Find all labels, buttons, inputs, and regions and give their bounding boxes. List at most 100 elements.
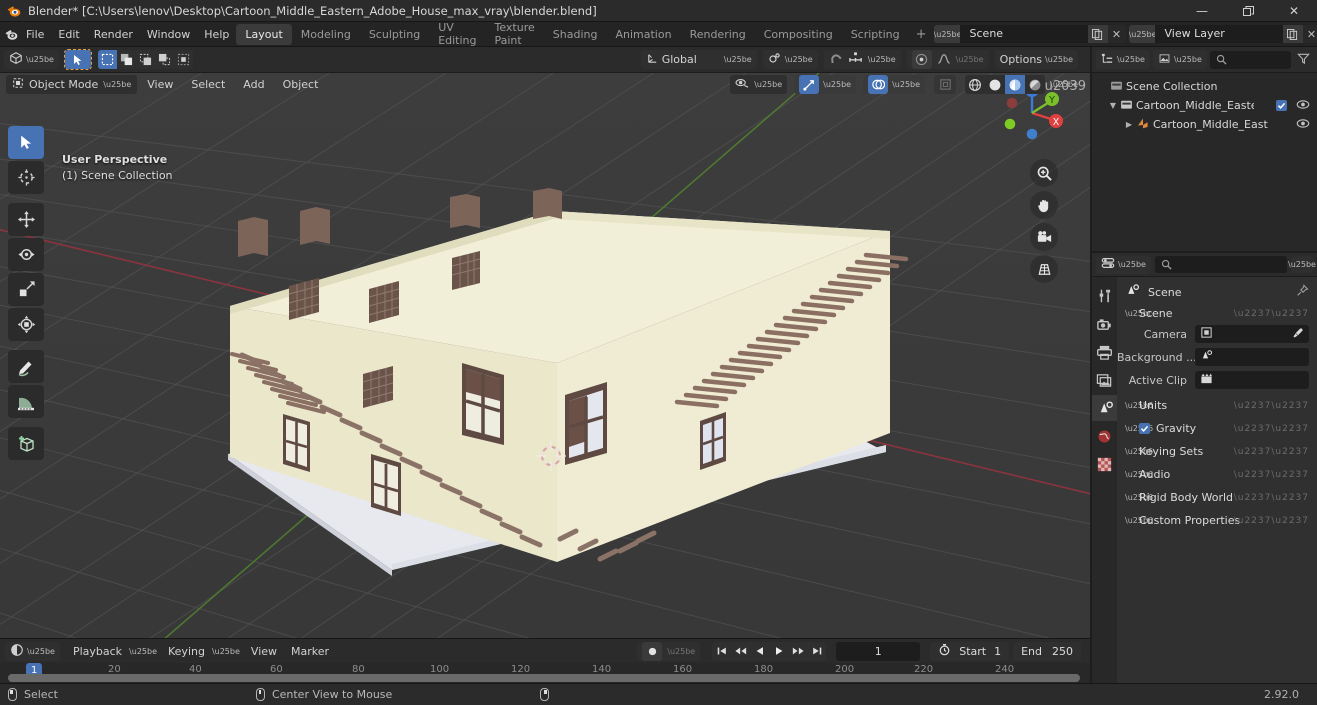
add-workspace-button[interactable]: + <box>909 27 934 42</box>
eyedropper-icon[interactable] <box>1292 327 1304 342</box>
snap-magnet-icon[interactable] <box>829 51 843 68</box>
unlink-scene-button[interactable]: ✕ <box>1108 25 1126 43</box>
tweak-tool-button[interactable] <box>63 49 92 70</box>
transport-buttons[interactable] <box>712 641 827 661</box>
editor-type-selector[interactable]: \u25be <box>4 50 59 69</box>
proportional-editing-controls[interactable]: \u25be <box>906 50 989 69</box>
viewport-menu-view[interactable]: View <box>139 76 181 93</box>
overlays-dropdown[interactable]: \u25be <box>863 75 926 94</box>
panel-header-custom-properties[interactable]: \u25b6 Custom Properties \u2237\u2237 <box>1117 510 1317 531</box>
timeline-ruler[interactable]: 20 40 60 80 100 120 140 160 180 200 220 … <box>0 663 1090 684</box>
jump-to-end-button[interactable] <box>807 641 827 661</box>
properties-tab-tool[interactable] <box>1092 283 1117 309</box>
shading-mode-group[interactable] <box>965 75 1046 94</box>
disclosure-triangle-icon[interactable]: ▼ <box>1106 101 1120 110</box>
timeline-menu-playback[interactable]: Playback <box>66 643 129 660</box>
blender-menu-icon[interactable] <box>4 24 19 44</box>
end-frame-value[interactable]: 250 <box>1052 645 1073 658</box>
workspace-tab-animation[interactable]: Animation <box>606 24 680 45</box>
tool-transform[interactable] <box>8 308 44 341</box>
prev-keyframe-button[interactable] <box>731 641 751 661</box>
auto-keying-icon[interactable] <box>642 641 663 661</box>
panel-header-keying-sets[interactable]: \u25b6 Keying Sets \u2237\u2237 <box>1117 441 1317 462</box>
filter-icon[interactable] <box>1294 52 1313 68</box>
viewport-menu-object[interactable]: Object <box>275 76 327 93</box>
workspace-tab-layout[interactable]: Layout <box>236 23 292 45</box>
scene-cone-icon[interactable]: \u25be <box>933 25 962 43</box>
panel-drag-dots[interactable]: \u2237\u2237 <box>1234 516 1309 526</box>
workspace-tab-compositing[interactable]: Compositing <box>755 24 842 45</box>
start-frame-value[interactable]: 1 <box>994 645 1001 658</box>
timeline-menu-marker[interactable]: Marker <box>284 643 336 660</box>
view-layer-icon[interactable]: \u25be <box>1128 25 1157 43</box>
background-scene-field[interactable] <box>1195 348 1309 366</box>
new-scene-icon[interactable] <box>1087 25 1108 43</box>
play-button[interactable] <box>769 641 789 661</box>
panel-drag-dots[interactable]: \u2237\u2237 <box>1234 493 1309 503</box>
chevron-down-icon[interactable]: \u25be <box>1288 256 1316 273</box>
properties-tab-output[interactable] <box>1092 339 1117 365</box>
properties-tab-view-layer[interactable] <box>1092 367 1117 393</box>
select-mode-group[interactable] <box>97 50 193 69</box>
falloff-curve-icon[interactable] <box>937 52 951 68</box>
panel-header-units[interactable]: \u25b6 Units \u2237\u2237 <box>1117 395 1317 416</box>
disclosure-triangle-icon[interactable]: ▶ <box>1122 120 1136 129</box>
outliner-search-input[interactable] <box>1209 50 1291 69</box>
viewport-options-dropdown[interactable]: Options \u25be <box>994 50 1078 69</box>
solid-shading-button[interactable] <box>985 75 1005 94</box>
tool-add-cube[interactable] <box>8 427 44 460</box>
workspace-tab-texture-paint[interactable]: Texture Paint <box>486 17 544 51</box>
material-preview-shading-button[interactable] <box>1005 75 1026 94</box>
menu-window[interactable]: Window <box>140 25 197 44</box>
wireframe-shading-button[interactable] <box>965 75 985 94</box>
pivot-point-dropdown[interactable]: \u25be <box>762 50 818 69</box>
menu-render[interactable]: Render <box>87 25 140 44</box>
workspace-tab-sculpting[interactable]: Sculpting <box>360 24 429 45</box>
scene-selector[interactable]: \u25be Scene ✕ <box>933 25 1126 43</box>
current-frame-field[interactable]: 1 <box>836 641 921 661</box>
gravity-checkbox[interactable] <box>1139 423 1150 434</box>
new-viewlayer-icon[interactable] <box>1282 25 1303 43</box>
timeline-menu-keying[interactable]: Keying <box>161 643 212 660</box>
pin-icon[interactable] <box>1296 284 1309 300</box>
visibility-eye-icon[interactable] <box>1296 99 1310 113</box>
gizmo-dropdown[interactable]: \u25be <box>794 75 857 94</box>
panel-drag-dots[interactable]: \u2237\u2237 <box>1234 424 1309 434</box>
menu-help[interactable]: Help <box>197 25 236 44</box>
active-clip-field[interactable] <box>1195 371 1309 389</box>
workspace-tab-scripting[interactable]: Scripting <box>842 24 909 45</box>
timeline-horizontal-scrollbar[interactable] <box>8 674 1080 682</box>
close-button[interactable]: ✕ <box>1271 0 1317 22</box>
jump-to-start-button[interactable] <box>712 641 732 661</box>
interaction-mode-dropdown[interactable]: Object Mode \u25be <box>6 75 138 94</box>
timeline-editor-type-selector[interactable]: \u25be <box>5 641 60 661</box>
rendered-shading-button[interactable] <box>1025 75 1045 94</box>
transform-orientation-dropdown[interactable]: Global \u25be <box>640 50 757 69</box>
visibility-eye-icon[interactable] <box>735 77 750 93</box>
tool-annotate[interactable] <box>8 350 44 383</box>
workspace-tab-modeling[interactable]: Modeling <box>292 24 360 45</box>
snap-target-icon[interactable] <box>848 51 863 68</box>
proportional-edit-icon[interactable] <box>911 50 932 69</box>
tool-rotate[interactable] <box>8 238 44 271</box>
properties-search-input[interactable] <box>1154 256 1287 273</box>
next-keyframe-button[interactable] <box>788 641 808 661</box>
auto-keying-controls[interactable]: \u25be <box>637 641 701 661</box>
workspace-tab-uv-editing[interactable]: UV Editing <box>429 17 485 51</box>
play-reverse-button[interactable] <box>750 641 770 661</box>
tool-scale[interactable] <box>8 273 44 306</box>
toggle-perspective-icon[interactable] <box>1030 255 1058 283</box>
zoom-icon[interactable] <box>1030 159 1058 187</box>
show-overlays-icon[interactable] <box>868 75 889 94</box>
frame-range-end[interactable]: End 250 <box>1013 641 1081 661</box>
camera-field[interactable] <box>1195 325 1309 343</box>
panel-header-rigid-body-world[interactable]: \u25b6 Rigid Body World \u2237\u2237 <box>1117 487 1317 508</box>
workspace-tab-rendering[interactable]: Rendering <box>681 24 755 45</box>
properties-tab-scene[interactable] <box>1092 395 1117 421</box>
outliner-row-scene-collection[interactable]: Scene Collection <box>1092 77 1317 96</box>
outliner-row-object[interactable]: ▶ Cartoon_Middle_East <box>1092 115 1317 134</box>
select-intersect-button[interactable] <box>174 50 193 69</box>
menu-file[interactable]: File <box>19 25 51 44</box>
select-difference-button[interactable] <box>155 50 174 69</box>
maximize-button[interactable] <box>1225 0 1271 22</box>
